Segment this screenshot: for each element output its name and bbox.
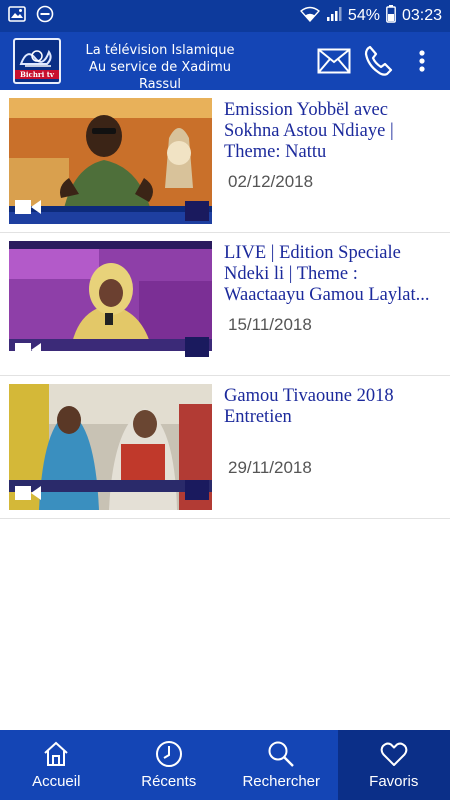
nav-item-accueil[interactable]: Accueil bbox=[0, 730, 113, 800]
tagline-line-1: La télévision Islamique bbox=[85, 43, 235, 58]
bottom-nav: Accueil Récents Rechercher Favoris bbox=[0, 730, 450, 800]
video-thumbnail[interactable] bbox=[9, 241, 212, 367]
phone-icon[interactable] bbox=[362, 44, 396, 78]
tagline: La télévision Islamique Au service de Xa… bbox=[70, 42, 250, 93]
video-thumbnail[interactable] bbox=[9, 98, 212, 224]
nav-item-favoris[interactable]: Favoris bbox=[337, 730, 450, 800]
list-item[interactable]: Gamou Tivaoune 2018 Entretien 29/11/2018 bbox=[0, 376, 450, 519]
battery-icon bbox=[386, 4, 396, 28]
clock-icon bbox=[154, 739, 184, 769]
video-list: Emission Yobbël avec Sokhna Astou Ndiaye… bbox=[0, 90, 450, 519]
wifi-icon bbox=[299, 6, 320, 27]
status-bar: 54% 03:23 bbox=[0, 0, 450, 32]
nav-item-rechercher[interactable]: Rechercher bbox=[225, 730, 338, 800]
more-vertical-icon[interactable] bbox=[410, 44, 434, 78]
video-title[interactable]: Emission Yobbël avec Sokhna Astou Ndiaye… bbox=[224, 100, 442, 163]
nav-label: Rechercher bbox=[242, 773, 321, 790]
video-title[interactable]: LIVE | Edition Speciale Ndeki li | Theme… bbox=[224, 243, 442, 306]
video-date: 02/12/2018 bbox=[228, 172, 314, 191]
calligraphy-emblem-icon bbox=[17, 43, 57, 70]
image-icon bbox=[8, 5, 26, 27]
mail-icon[interactable] bbox=[316, 44, 352, 78]
battery-percent: 54% bbox=[347, 7, 380, 24]
signal-icon bbox=[326, 6, 342, 27]
video-title[interactable]: Gamou Tivaoune 2018 Entretien bbox=[224, 386, 442, 428]
app-header: Bichri tv La télévision Islamique Au ser… bbox=[0, 32, 450, 93]
tagline-line-2: Au service de Xadimu Rassul bbox=[89, 60, 231, 92]
home-icon bbox=[41, 739, 71, 769]
nav-item-recents[interactable]: Récents bbox=[113, 730, 226, 800]
logo-text: Bichri tv bbox=[15, 69, 59, 79]
clock-time: 03:23 bbox=[401, 7, 442, 24]
search-icon bbox=[266, 739, 296, 769]
heart-icon bbox=[379, 739, 409, 769]
video-date: 15/11/2018 bbox=[228, 315, 312, 334]
video-camera-icon bbox=[15, 343, 41, 357]
nav-label: Récents bbox=[141, 773, 197, 790]
nav-label: Favoris bbox=[369, 773, 419, 790]
video-thumbnail[interactable] bbox=[9, 384, 212, 510]
list-item[interactable]: Emission Yobbël avec Sokhna Astou Ndiaye… bbox=[0, 90, 450, 233]
list-item[interactable]: LIVE | Edition Speciale Ndeki li | Theme… bbox=[0, 233, 450, 376]
video-camera-icon bbox=[15, 200, 41, 214]
video-date: 29/11/2018 bbox=[228, 458, 312, 477]
nav-label: Accueil bbox=[32, 773, 81, 790]
bichri-tv-logo[interactable]: Bichri tv bbox=[13, 38, 61, 84]
minus-circle-icon bbox=[36, 5, 54, 28]
video-camera-icon bbox=[15, 486, 41, 500]
